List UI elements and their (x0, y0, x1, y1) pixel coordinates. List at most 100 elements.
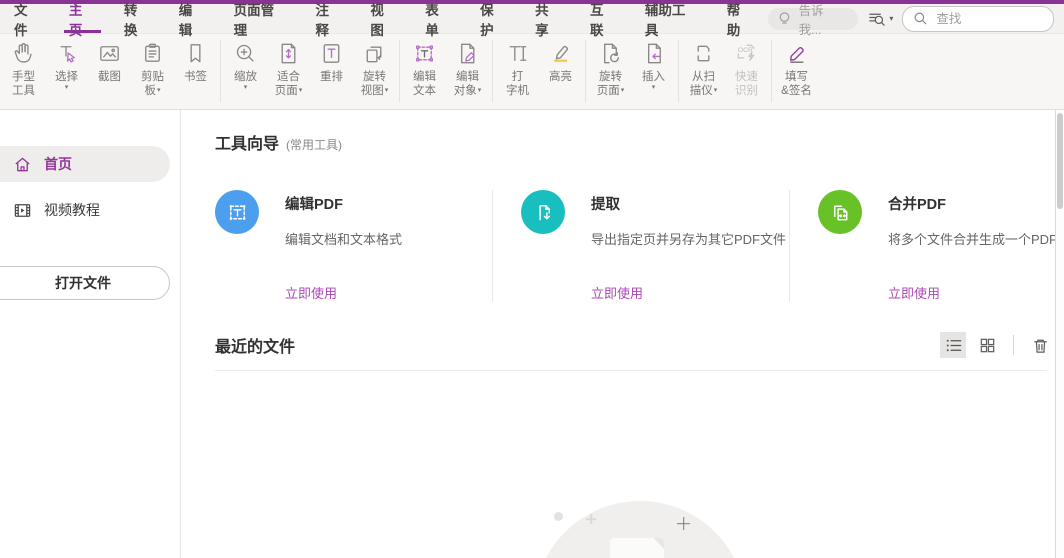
tool-card-title: 合并PDF (888, 197, 946, 213)
tool-reflow[interactable]: 重排 (310, 39, 353, 84)
tool-rotate-page[interactable]: 旋转 页面▾ (589, 39, 632, 98)
toolbar-separator (585, 40, 586, 102)
video-icon (13, 201, 32, 220)
tell-me-box[interactable]: 告诉我... (767, 4, 859, 37)
menu-tab-connect[interactable]: 互联 (576, 3, 631, 38)
menu-tab-file[interactable]: 文件 (0, 3, 55, 38)
fill-sign-icon (783, 40, 810, 67)
insert-icon (640, 40, 667, 67)
open-file-button[interactable]: 打开文件 (0, 266, 170, 300)
main-content: 工具向导 (常用工具) 编辑PDF 编辑文档和文本格式 立即使用 提取 导出指定页并另存… (181, 110, 1055, 558)
find-input[interactable] (934, 10, 1043, 27)
tool-typewriter[interactable]: 打字机 (496, 39, 539, 98)
menu-bar: 文件 主页 转换 编辑 页面管理 注释 视图 表单 保护 共享 互联 辅助工具 帮助 告诉我... ▾ (0, 3, 1064, 38)
sidebar-item-home[interactable]: 首页 (0, 146, 170, 182)
list-view-icon (944, 336, 963, 355)
rotate-page-icon (597, 40, 624, 67)
decor-sparkle-dark (677, 517, 690, 530)
tool-label: 截图 (98, 71, 121, 83)
tool-label: 书签 (184, 71, 207, 83)
tool-card-extract[interactable]: 提取 导出指定页并另存为其它PDF文件 立即使用 (492, 190, 789, 302)
tool-zoom[interactable]: 缩放 ▾ (224, 39, 267, 91)
menu-tab-help[interactable]: 帮助 (713, 3, 768, 38)
menu-tab-share[interactable]: 共享 (521, 3, 576, 38)
sidebar-item-label: 首页 (44, 156, 72, 172)
tool-cards: 编辑PDF 编辑文档和文本格式 立即使用 提取 导出指定页并另存为其它PDF文件 立即使用… (215, 190, 1055, 302)
sidebar: 首页视频教程 打开文件 (0, 110, 181, 558)
tool-card-text: 提取 导出指定页并另存为其它PDF文件 立即使用 (591, 190, 786, 302)
decor-dot (554, 512, 563, 521)
select-icon (53, 40, 80, 67)
tool-card-desc: 编辑文档和文本格式 (285, 232, 403, 247)
tool-card-text: 合并PDF 将多个文件合并生成一个PDF文件立即使用 (888, 190, 1055, 302)
grid-view-button[interactable] (974, 332, 1000, 358)
tool-bookmark[interactable]: 书签 (174, 39, 217, 84)
find-box[interactable] (902, 5, 1054, 32)
tool-label: 填写 &签名 (781, 71, 812, 97)
trash-icon (1031, 336, 1050, 355)
card-edit-icon (215, 190, 259, 234)
tool-label: 快速 识别 (735, 71, 758, 97)
tool-label: 打字机 (506, 71, 529, 97)
tool-card-merge-pdf[interactable]: 合并PDF 将多个文件合并生成一个PDF文件立即使用 (789, 190, 1055, 302)
clipboard-icon (139, 40, 166, 67)
toggles-separator (1013, 335, 1014, 355)
hand-icon (10, 40, 37, 67)
tool-card-edit-pdf[interactable]: 编辑PDF 编辑文档和文本格式立即使用 (215, 190, 492, 302)
dropdown-caret-icon: ▾ (64, 84, 69, 91)
menu-tabs: 文件 主页 转换 编辑 页面管理 注释 视图 表单 保护 共享 互联 辅助工具 帮助 (0, 3, 768, 38)
zoom-icon (232, 40, 259, 67)
list-view-button[interactable] (940, 332, 966, 358)
clear-recent-button[interactable] (1027, 332, 1053, 358)
tool-edit-text[interactable]: 编辑 文本 (403, 39, 446, 98)
tool-card-action-link[interactable]: 立即使用 (888, 283, 1055, 302)
tool-label: 高亮 (549, 71, 572, 83)
tool-fill-sign[interactable]: 填写 &签名 (775, 39, 818, 98)
menu-tab-view[interactable]: 视图 (356, 3, 411, 38)
menu-tab-edit[interactable]: 编辑 (165, 3, 220, 38)
tool-card-title: 编辑PDF (285, 197, 343, 213)
tool-quick-ocr: OCR 快速 识别 (725, 39, 768, 98)
tool-label: 缩放 ▾ (234, 71, 257, 91)
tool-label: 适合 页面▾ (274, 71, 303, 97)
edit-object-icon (454, 40, 481, 67)
sidebar-item-video-tutorials[interactable]: 视频教程 (0, 192, 180, 228)
tool-from-scanner[interactable]: 从扫 描仪▾ (682, 39, 725, 98)
toolbar-separator (220, 40, 221, 102)
tool-card-action-link[interactable]: 立即使用 (591, 283, 786, 302)
scrollbar-thumb[interactable] (1057, 113, 1063, 209)
decor-sparkle-light (586, 514, 596, 524)
recent-section-title: 最近的文件 (215, 339, 296, 356)
full-text-search-button[interactable]: ▾ (867, 9, 893, 28)
rotate-view-icon (361, 40, 388, 67)
scanner-icon (690, 40, 717, 67)
menu-tab-form[interactable]: 表单 (411, 3, 466, 38)
tool-card-title: 提取 (591, 197, 620, 213)
tool-rotate-view[interactable]: 旋转 视图▾ (353, 39, 396, 98)
tool-edit-object[interactable]: 编辑 对象▾ (446, 39, 489, 98)
toolbar-separator (399, 40, 400, 102)
tool-clipboard[interactable]: 剪贴 板▾ (131, 39, 174, 98)
menu-tab-protect[interactable]: 保护 (466, 3, 521, 38)
vertical-scrollbar[interactable] (1055, 110, 1064, 558)
tool-label: 旋转 页面▾ (596, 71, 625, 97)
menu-tab-home[interactable]: 主页 (55, 3, 110, 38)
menu-tab-page-manage[interactable]: 页面管理 (220, 3, 302, 38)
tool-highlight[interactable]: 高亮 (539, 39, 582, 84)
tool-snapshot[interactable]: 截图 (88, 39, 131, 84)
tell-me-text: 告诉我... (798, 3, 824, 37)
tool-label: 旋转 视图▾ (360, 71, 389, 97)
edit-text-icon (411, 40, 438, 67)
chevron-down-icon: ▾ (889, 14, 894, 23)
tool-select[interactable]: 选择 ▾ (45, 39, 88, 91)
tool-card-action-link[interactable]: 立即使用 (285, 283, 402, 302)
menu-tab-comment[interactable]: 注释 (301, 3, 356, 38)
tool-insert[interactable]: 插入 ▾ (632, 39, 675, 91)
tool-label: 选择 ▾ (55, 71, 78, 91)
body-row: 首页 视频教程 打开文件 工具向导 (常用工具) 编辑PDF 编辑文档和文本格式 立即… (0, 110, 1064, 558)
dropdown-caret-icon: ▾ (620, 87, 625, 94)
tool-hand-tool[interactable]: 手型 工具 (2, 39, 45, 98)
menu-tab-accessibility[interactable]: 辅助工具 (631, 3, 713, 38)
tool-fit-page[interactable]: 适合 页面▾ (267, 39, 310, 98)
menu-tab-convert[interactable]: 转换 (110, 3, 165, 38)
